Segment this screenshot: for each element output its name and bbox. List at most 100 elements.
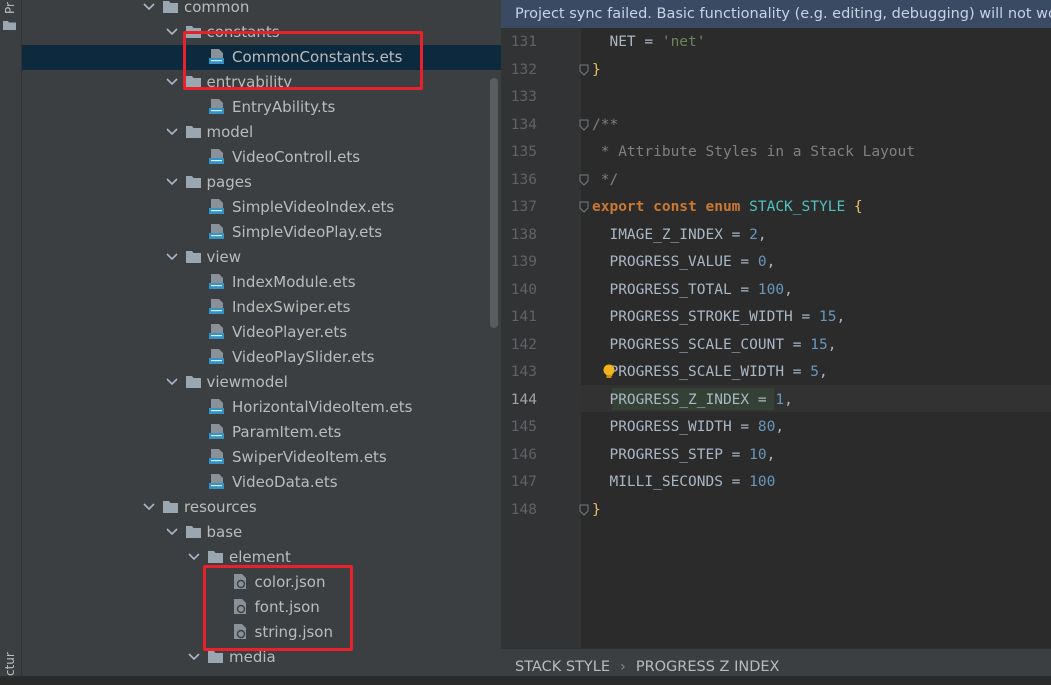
code-line[interactable]: PROGRESS_VALUE = 0, [592, 252, 775, 272]
code-line[interactable]: /** [592, 115, 618, 135]
sync-failed-notification[interactable]: Project sync failed. Basic functionality… [501, 0, 1051, 28]
code-line[interactable]: } [592, 500, 601, 520]
line-number: 142 [510, 336, 537, 353]
tree-item-label: EntryAbility.ts [232, 98, 336, 116]
tree-folder-row[interactable]: common [22, 0, 501, 20]
code-token: PROGRESS_Z_INDEX = [592, 391, 776, 408]
tree-item-label: model [206, 123, 254, 141]
code-token: STACK_STYLE [749, 199, 854, 215]
tree-folder-row[interactable]: model [22, 120, 501, 145]
tree-item-label: element [229, 548, 291, 566]
tree-file-row[interactable]: VideoControll.ets [22, 145, 501, 170]
tree-item-label: VideoControll.ets [232, 148, 361, 166]
chevron-down-icon[interactable] [165, 75, 179, 89]
code-line[interactable]: PROGRESS_STEP = 10, [592, 445, 775, 465]
breadcrumb-item-stack-style[interactable]: STACK STYLE [515, 659, 610, 675]
ets-file-icon [209, 199, 224, 214]
tree-item-label: resources [184, 498, 257, 516]
tree-file-row[interactable]: IndexSwiper.ets [22, 295, 501, 320]
line-number: 136 [510, 171, 537, 188]
code-token: /** [592, 116, 619, 133]
tree-file-row[interactable]: VideoPlayer.ets [22, 320, 501, 345]
code-token: 100 [749, 474, 776, 490]
tree-folder-row[interactable]: base [22, 520, 501, 545]
code-token: */ [592, 171, 619, 188]
code-line[interactable]: PROGRESS_SCALE_COUNT = 15, [592, 335, 836, 355]
chevron-down-icon[interactable] [165, 25, 179, 39]
code-line[interactable]: MILLI_SECONDS = 100 [592, 472, 775, 492]
chevron-down-icon[interactable] [165, 175, 179, 189]
code-token: MILLI_SECONDS = [592, 474, 750, 490]
code-token: 15 [818, 309, 837, 325]
tree-item-label: VideoPlayer.ets [232, 323, 348, 341]
chevron-down-icon[interactable] [142, 500, 156, 514]
tree-item-label: view [206, 248, 242, 266]
ts-file-icon [209, 99, 224, 114]
code-line[interactable]: PROGRESS_SCALE_WIDTH = 5, [592, 362, 827, 382]
code-line[interactable]: PROGRESS_STROKE_WIDTH = 15, [592, 307, 845, 327]
tree-item-label: ParamItem.ets [232, 423, 342, 441]
tree-item-label: pages [206, 173, 252, 191]
folder-icon [208, 651, 223, 663]
tree-file-row[interactable]: IndexModule.ets [22, 270, 501, 295]
fold-marker-icon[interactable] [579, 174, 589, 186]
code-token: 'net' [661, 34, 706, 50]
code-line[interactable]: NET = 'net' [592, 32, 706, 52]
line-number: 138 [510, 226, 537, 243]
lightbulb-icon[interactable] [603, 364, 615, 380]
line-number: 144 [510, 391, 537, 408]
tree-file-row[interactable]: EntryAbility.ts [22, 95, 501, 120]
chevron-down-icon[interactable] [142, 0, 156, 14]
code-line[interactable]: IMAGE_Z_INDEX = 2, [592, 225, 767, 245]
chevron-down-icon[interactable] [165, 125, 179, 139]
folder-icon [3, 21, 16, 30]
folder-icon [163, 501, 178, 513]
code-token: PROGRESS_WIDTH = [592, 419, 758, 435]
code-line[interactable]: PROGRESS_WIDTH = 80, [592, 417, 784, 437]
tree-file-row[interactable]: ParamItem.ets [22, 420, 501, 445]
code-editor[interactable]: 131 132 133 134 135 136 137 138 139 140 141 142 143 1… [501, 0, 1051, 676]
tree-folder-row[interactable]: viewmodel [22, 370, 501, 395]
tree-file-row[interactable]: SwiperVideoItem.ets [22, 445, 501, 470]
chevron-down-icon[interactable] [187, 650, 201, 664]
tree-file-row[interactable]: SimpleVideoIndex.ets [22, 195, 501, 220]
tree-item-label: HorizontalVideoItem.ets [232, 398, 413, 416]
chevron-down-icon[interactable] [165, 525, 179, 539]
chevron-down-icon[interactable] [165, 375, 179, 389]
project-tab-label[interactable]: Pr [3, 2, 17, 14]
ets-file-icon [209, 449, 224, 464]
tree-file-row[interactable]: SimpleVideoPlay.ets [22, 220, 501, 245]
fold-marker-icon[interactable] [579, 119, 589, 131]
structure-tab-label[interactable]: cture [3, 652, 17, 676]
code-token: , [757, 226, 767, 243]
tree-folder-row[interactable]: view [22, 245, 501, 270]
tree-file-row[interactable]: VideoData.ets [22, 470, 501, 495]
ets-file-icon [209, 299, 224, 314]
code-line[interactable]: } [592, 60, 601, 80]
code-token: PROGRESS_STEP = [592, 446, 750, 463]
line-number: 147 [510, 474, 537, 490]
code-line[interactable]: PROGRESS_Z_INDEX = 1, [592, 390, 792, 410]
tree-item-label: VideoData.ets [232, 473, 338, 491]
tree-file-row[interactable]: VideoPlaySlider.ets [22, 345, 501, 370]
code-line[interactable]: PROGRESS_TOTAL = 100, [592, 280, 792, 300]
tree-folder-row[interactable]: resources [22, 495, 501, 520]
chevron-down-icon[interactable] [165, 250, 179, 264]
fold-marker-icon[interactable] [579, 201, 589, 213]
code-line[interactable]: */ [592, 170, 618, 190]
code-token: , [775, 419, 785, 435]
tree-folder-row[interactable]: pages [22, 170, 501, 195]
fold-marker-icon[interactable] [579, 504, 589, 516]
tree-item-label: SwiperVideoItem.ets [232, 448, 387, 466]
fold-marker-icon[interactable] [579, 64, 589, 76]
breadcrumb-item-progress-z-index[interactable]: PROGRESS Z INDEX [636, 659, 780, 675]
code-line[interactable]: export const enum STACK_STYLE { [592, 197, 863, 217]
folder-icon [185, 526, 201, 538]
code-line[interactable]: * Attribute Styles in a Stack Layout [592, 142, 915, 162]
ets-file-icon [209, 224, 224, 239]
tree-scrollbar-thumb[interactable] [490, 78, 498, 328]
project-tool-window-strip[interactable]: Pr cture [0, 0, 22, 676]
line-number: 143 [510, 364, 537, 380]
chevron-down-icon[interactable] [187, 550, 201, 564]
tree-file-row[interactable]: HorizontalVideoItem.ets [22, 395, 501, 420]
